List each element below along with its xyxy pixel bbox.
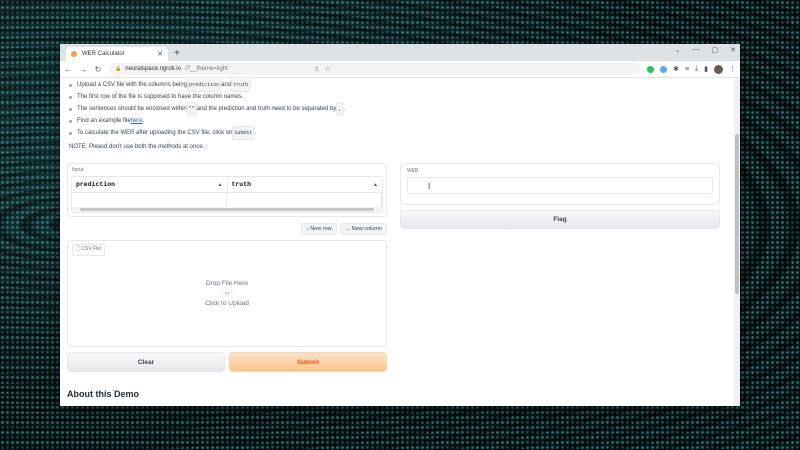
sort-icon[interactable]: ▲: [218, 182, 223, 188]
new-column-button[interactable]: → New column: [339, 223, 387, 235]
close-tab-icon[interactable]: ✕: [157, 50, 163, 58]
page-content: Upload a CSV file with the columns being…: [60, 79, 740, 406]
instruction-list: Upload a CSV file with the columns being…: [67, 79, 722, 140]
output-panel: WER I Flag: [400, 163, 720, 372]
close-window-icon[interactable]: ✕: [730, 46, 736, 54]
list-item: To calculate the WER after uploading the…: [67, 126, 722, 140]
dataframe-actions: ↓ New row → New column: [67, 223, 387, 235]
new-row-button[interactable]: ↓ New row: [301, 223, 337, 235]
page-scrollbar[interactable]: [734, 79, 740, 406]
table-header: prediction ▲ truth ▲: [72, 177, 382, 193]
input-panel: Input prediction ▲ truth ▲ ↓ New row → N…: [67, 163, 387, 372]
profile-avatar[interactable]: [714, 64, 723, 74]
csv-file-tag: 🗋 CSV File: [72, 244, 106, 256]
list-item: Find an example file here.: [67, 115, 722, 127]
list-item: Upload a CSV file with the columns being…: [67, 79, 722, 92]
table-cell[interactable]: [72, 193, 227, 208]
browser-window: WER Calculator ✕ + ⌄ — ▢ ✕ ← → ↻ 🔒 neura…: [60, 44, 740, 406]
back-icon[interactable]: ←: [64, 65, 72, 74]
sidebar-icon[interactable]: ▮: [704, 65, 708, 73]
note-text: NOTE: Pleasd don't use both the methods …: [69, 144, 205, 150]
tab-strip: WER Calculator ✕ + ⌄ — ▢ ✕: [60, 44, 740, 61]
url-host: neuralspace.ngrok.io: [125, 66, 181, 72]
input-label: Input: [72, 167, 84, 173]
horizontal-scrollbar[interactable]: [72, 207, 382, 212]
puzzle-icon[interactable]: ✱: [673, 65, 679, 73]
download-icon[interactable]: ⤓: [695, 65, 698, 73]
share-icon[interactable]: ⇪: [314, 66, 319, 73]
example-file-link[interactable]: here: [131, 115, 143, 127]
submit-button[interactable]: Submit: [229, 352, 387, 372]
file-icon: 🗋: [76, 246, 81, 252]
url-path: /?__theme=light: [184, 66, 228, 72]
about-heading: About this Demo: [67, 389, 139, 399]
wer-output-block: WER I: [400, 163, 720, 205]
sort-icon[interactable]: ▲: [373, 182, 378, 188]
drop-zone-text: Drop File Here - or - Click to Upload: [68, 279, 386, 309]
file-upload-area[interactable]: 🗋 CSV File Drop File Here - or - Click t…: [67, 240, 387, 347]
panels: Input prediction ▲ truth ▲ ↓ New row → N…: [67, 163, 722, 372]
extension-icon[interactable]: [660, 65, 668, 73]
new-tab-button[interactable]: +: [174, 47, 180, 61]
browser-toolbar: ← → ↻ 🔒 neuralspace.ngrok.io/?__theme=li…: [60, 61, 740, 78]
clear-button[interactable]: Clear: [67, 352, 225, 372]
lock-icon: 🔒: [115, 66, 122, 72]
reload-icon[interactable]: ↻: [94, 65, 102, 74]
minimize-icon[interactable]: —: [693, 46, 700, 54]
action-buttons: Clear Submit: [67, 352, 387, 372]
reading-list-icon[interactable]: ≡: [685, 66, 689, 73]
list-item: The first row of the file is supposed to…: [67, 91, 722, 103]
menu-icon[interactable]: ⋮: [729, 65, 736, 73]
table-row: [72, 193, 382, 208]
wer-label: WER: [407, 168, 419, 174]
text-cursor-icon: I: [428, 182, 431, 191]
maximize-icon[interactable]: ▢: [712, 46, 719, 54]
column-header-prediction[interactable]: prediction ▲: [72, 177, 228, 192]
window-controls: ⌄ — ▢ ✕: [675, 46, 736, 54]
favicon-icon: [71, 51, 77, 57]
wer-output-field[interactable]: I: [407, 177, 713, 194]
dataframe-table: prediction ▲ truth ▲: [71, 176, 383, 213]
or-text: - or -: [221, 291, 233, 297]
click-upload-text: Click to Upload: [205, 300, 249, 307]
dataframe-block: Input prediction ▲ truth ▲: [67, 163, 387, 217]
bookmark-star-icon[interactable]: ☆: [325, 66, 330, 73]
tab-title: WER Calculator: [82, 51, 125, 57]
column-header-truth[interactable]: truth ▲: [228, 177, 383, 192]
address-bar[interactable]: 🔒 neuralspace.ngrok.io/?__theme=light ⇪ …: [109, 63, 641, 75]
extensions-area: ✱ ≡ ⤓ ▮ ⋮: [647, 64, 736, 74]
forward-icon[interactable]: →: [79, 65, 87, 74]
grammarly-extension-icon[interactable]: [647, 65, 655, 73]
table-cell[interactable]: [227, 193, 382, 208]
tab-search-icon[interactable]: ⌄: [675, 46, 681, 54]
browser-tab[interactable]: WER Calculator ✕: [66, 47, 168, 61]
list-item: The sentences should be enclosed within …: [67, 102, 722, 116]
flag-button[interactable]: Flag: [400, 210, 720, 229]
drop-file-text: Drop File Here: [205, 280, 249, 287]
